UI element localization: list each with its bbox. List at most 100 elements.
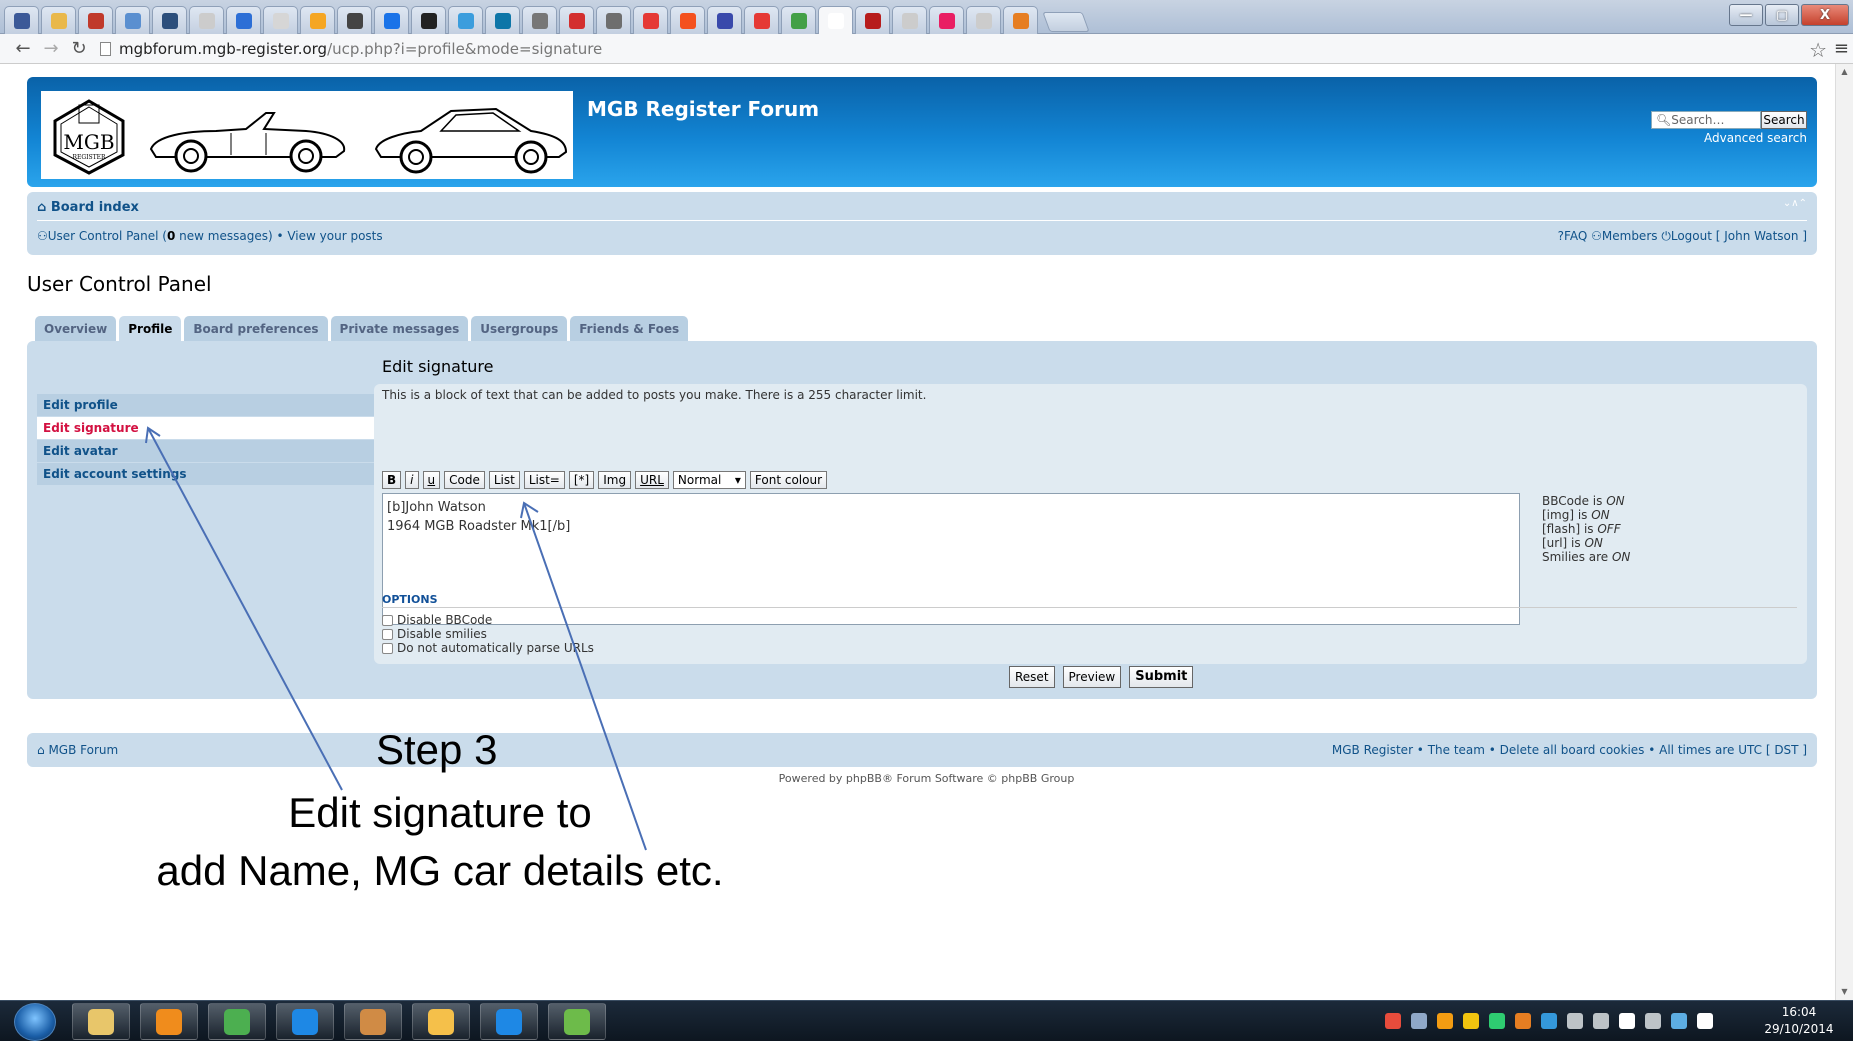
tab-overview[interactable]: Overview bbox=[35, 316, 117, 341]
browser-tab[interactable] bbox=[411, 6, 446, 34]
arrow-left-icon[interactable]: ← bbox=[12, 38, 34, 60]
browser-tab[interactable] bbox=[670, 6, 705, 34]
browser-tab[interactable] bbox=[152, 6, 187, 34]
clock[interactable]: 16:04 29/10/2014 bbox=[1759, 1004, 1839, 1038]
browser-tab[interactable] bbox=[596, 6, 631, 34]
browser-tab[interactable] bbox=[1003, 6, 1038, 34]
browser-tab[interactable] bbox=[966, 6, 1001, 34]
view-posts-link[interactable]: new messages) • View your posts bbox=[175, 229, 382, 243]
browser-tab[interactable] bbox=[263, 6, 298, 34]
underline-button[interactable]: u bbox=[422, 471, 441, 489]
tray-icon[interactable] bbox=[1411, 1013, 1427, 1029]
side-item-edit-avatar[interactable]: Edit avatar bbox=[37, 440, 383, 462]
tray-icon[interactable] bbox=[1515, 1013, 1531, 1029]
minimize-button[interactable]: — bbox=[1729, 4, 1763, 26]
browser-tab[interactable] bbox=[485, 6, 520, 34]
tab-profile[interactable]: Profile bbox=[119, 316, 182, 341]
tab-private-messages[interactable]: Private messages bbox=[330, 316, 469, 341]
browser-tab[interactable] bbox=[41, 6, 76, 34]
preview-button[interactable]: Preview bbox=[1062, 666, 1122, 688]
tray-icon[interactable] bbox=[1567, 1013, 1583, 1029]
tray-icon[interactable] bbox=[1437, 1013, 1453, 1029]
bookmark-star-icon[interactable]: ☆ bbox=[1809, 38, 1827, 62]
reload-icon[interactable]: ↻ bbox=[68, 38, 90, 60]
tray-icon[interactable] bbox=[1385, 1013, 1401, 1029]
browser-tab[interactable] bbox=[892, 6, 927, 34]
browser-tab[interactable] bbox=[781, 6, 816, 34]
taskbar-internet-explorer[interactable] bbox=[276, 1003, 334, 1040]
taskbar-folder[interactable] bbox=[72, 1003, 130, 1040]
side-item-edit-signature[interactable]: Edit signature bbox=[37, 417, 383, 439]
browser-tab[interactable] bbox=[448, 6, 483, 34]
browser-tab[interactable] bbox=[300, 6, 335, 34]
logout-link[interactable]: Logout [ John Watson ] bbox=[1671, 229, 1807, 243]
submit-button[interactable]: Submit bbox=[1129, 666, 1194, 688]
taskbar-dropbox[interactable] bbox=[480, 1003, 538, 1040]
taskbar-media[interactable] bbox=[140, 1003, 198, 1040]
browser-tab[interactable] bbox=[522, 6, 557, 34]
members-link[interactable]: Members bbox=[1602, 229, 1658, 243]
list-button[interactable]: List bbox=[488, 471, 520, 489]
taskbar-paint[interactable] bbox=[344, 1003, 402, 1040]
advanced-search-link[interactable]: Advanced search bbox=[1704, 131, 1807, 145]
browser-tab[interactable] bbox=[855, 6, 890, 34]
option-disable-smilies[interactable]: Disable smilies bbox=[382, 627, 487, 641]
reset-button[interactable]: Reset bbox=[1009, 666, 1055, 688]
tray-icon[interactable] bbox=[1541, 1013, 1557, 1029]
tray-icon[interactable] bbox=[1645, 1013, 1661, 1029]
img-button[interactable]: Img bbox=[598, 471, 632, 489]
signature-textarea[interactable] bbox=[382, 493, 1520, 625]
taskbar-maps[interactable] bbox=[548, 1003, 606, 1040]
side-item-edit-account-settings[interactable]: Edit account settings bbox=[37, 463, 383, 485]
page-scrollbar[interactable]: ▲ ▼ bbox=[1835, 64, 1853, 1000]
ordered-list-button[interactable]: List= bbox=[523, 471, 565, 489]
site-logo[interactable]: MGB REGISTER bbox=[41, 91, 573, 179]
ucp-link[interactable]: User Control Panel ( bbox=[48, 229, 167, 243]
taskbar-chrome[interactable] bbox=[208, 1003, 266, 1040]
search-button[interactable]: Search bbox=[1761, 111, 1807, 129]
option-disable-url-parsing[interactable]: Do not automatically parse URLs bbox=[382, 641, 594, 655]
browser-tab[interactable] bbox=[929, 6, 964, 34]
checkbox[interactable] bbox=[382, 628, 393, 640]
site-title[interactable]: MGB Register Forum bbox=[587, 97, 819, 121]
tray-icon[interactable] bbox=[1619, 1013, 1635, 1029]
browser-tab[interactable] bbox=[559, 6, 594, 34]
new-tab-button[interactable] bbox=[1042, 12, 1090, 32]
maximize-button[interactable]: ▢ bbox=[1765, 4, 1799, 26]
browser-tab[interactable] bbox=[633, 6, 668, 34]
browser-tab[interactable] bbox=[189, 6, 224, 34]
italic-button[interactable]: i bbox=[405, 471, 419, 489]
close-window-button[interactable]: X bbox=[1801, 4, 1849, 26]
browser-tab[interactable] bbox=[226, 6, 261, 34]
url-button[interactable]: URL bbox=[635, 471, 669, 489]
footer-forum-link[interactable]: MGB Forum bbox=[48, 743, 118, 757]
browser-tab[interactable] bbox=[744, 6, 779, 34]
browser-tab[interactable] bbox=[4, 6, 39, 34]
taskbar-outlook[interactable] bbox=[412, 1003, 470, 1040]
url-field[interactable]: mgbforum.mgb-register.org/ucp.php?i=prof… bbox=[100, 37, 1800, 61]
option-disable-bbcode[interactable]: Disable BBCode bbox=[382, 613, 492, 627]
browser-tab[interactable] bbox=[337, 6, 372, 34]
board-index-link[interactable]: Board index bbox=[51, 200, 139, 215]
tray-icon[interactable] bbox=[1697, 1013, 1713, 1029]
code-button[interactable]: Code bbox=[444, 471, 485, 489]
browser-tab[interactable] bbox=[374, 6, 409, 34]
collapse-icon[interactable]: ⌄∧⌃ bbox=[1783, 198, 1807, 209]
font-size-select[interactable]: Normal ▾ bbox=[672, 471, 746, 489]
faq-link[interactable]: FAQ bbox=[1564, 229, 1587, 243]
font-colour-button[interactable]: Font colour bbox=[749, 471, 828, 489]
side-item-edit-profile[interactable]: Edit profile bbox=[37, 394, 383, 416]
tray-icon[interactable] bbox=[1463, 1013, 1479, 1029]
tab-usergroups[interactable]: Usergroups bbox=[471, 316, 568, 341]
tray-icon[interactable] bbox=[1671, 1013, 1687, 1029]
list-item-button[interactable]: [*] bbox=[568, 471, 595, 489]
browser-tab[interactable] bbox=[115, 6, 150, 34]
footer-links[interactable]: MGB Register • The team • Delete all boa… bbox=[1332, 743, 1807, 757]
arrow-right-icon[interactable]: → bbox=[40, 38, 62, 60]
search-input[interactable]: 🔍︎Search… bbox=[1651, 111, 1761, 129]
tab-board-preferences[interactable]: Board preferences bbox=[184, 316, 328, 341]
browser-tab[interactable] bbox=[78, 6, 113, 34]
scroll-up-icon[interactable]: ▲ bbox=[1836, 64, 1853, 80]
scroll-down-icon[interactable]: ▼ bbox=[1836, 984, 1853, 1000]
bold-button[interactable]: B bbox=[382, 471, 402, 489]
